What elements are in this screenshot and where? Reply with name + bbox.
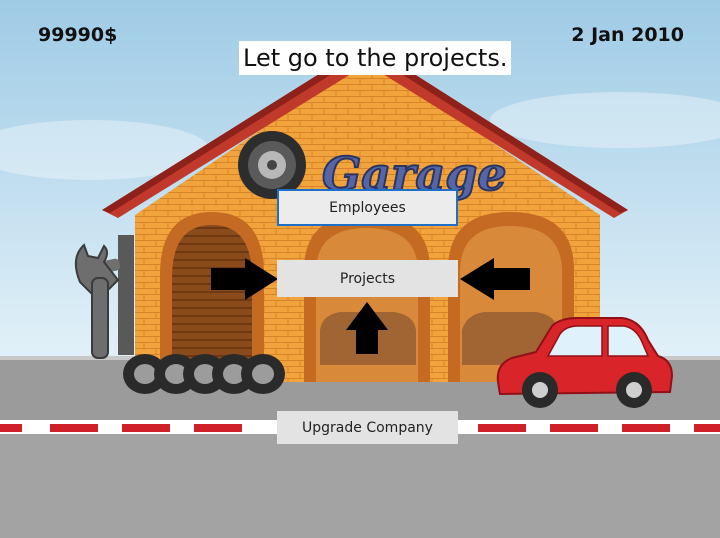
employees-button[interactable]: Employees: [277, 189, 458, 226]
projects-button-label: Projects: [339, 270, 396, 287]
money-display: 99990$: [38, 24, 118, 46]
upgrade-company-button[interactable]: Upgrade Company: [277, 411, 458, 444]
tutorial-hint: Let go to the projects.: [239, 41, 512, 75]
projects-button[interactable]: Projects: [277, 260, 458, 297]
date-display: 2 Jan 2010: [571, 24, 684, 46]
upgrade-company-button-label: Upgrade Company: [302, 419, 433, 436]
employees-button-label: Employees: [329, 199, 406, 216]
tire-stack: [123, 354, 285, 394]
